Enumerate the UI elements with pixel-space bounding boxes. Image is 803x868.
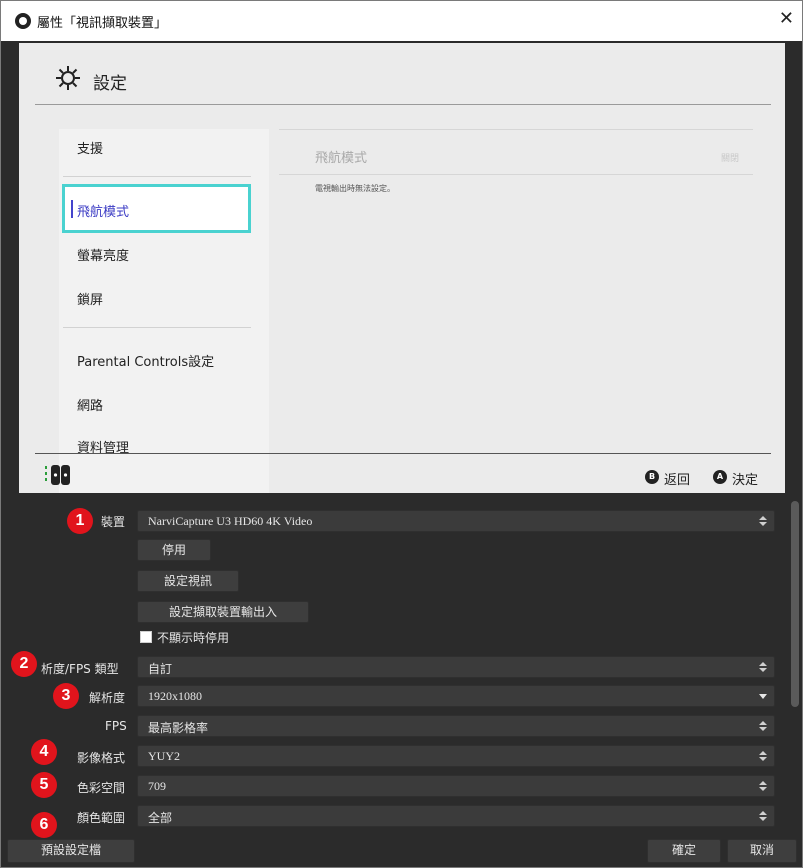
properties-window: 屬性「視訊擷取裝置」 ✕ 設定 支援 飛航模式 螢幕亮度 鎖屏 Parental…: [0, 0, 803, 868]
up-down-arrow-icon: [752, 716, 774, 736]
video-format-label: 影像格式: [77, 751, 126, 765]
window-title: 屬性「視訊擷取裝置」: [37, 16, 168, 31]
footer-divider: [35, 453, 771, 454]
menu-item-screen-lock: 鎖屏: [77, 293, 104, 308]
res-fps-type-label: 析度/FPS 類型: [41, 662, 119, 676]
content-divider: [279, 129, 753, 130]
video-format-select[interactable]: YUY2: [137, 745, 775, 767]
up-down-arrow-icon: [752, 806, 774, 826]
callout-marker: 5: [31, 772, 57, 798]
configure-crossbar-button[interactable]: 設定擷取裝置輸出入: [137, 601, 309, 623]
menu-item-parental-controls: Parental Controls設定: [77, 355, 215, 370]
callout-marker: 6: [31, 812, 57, 838]
callout-marker: 3: [53, 683, 79, 709]
content-note: 電視輸出時無法設定。: [315, 184, 395, 193]
back-label: 返回: [664, 473, 691, 488]
menu-item-network: 網路: [77, 399, 104, 414]
resolution-label: 解析度: [89, 691, 126, 705]
deactivate-button[interactable]: 停用: [137, 539, 211, 561]
menu-item-label: 飛航模式: [77, 205, 130, 220]
obs-app-icon: [15, 13, 31, 29]
color-range-label: 顏色範圍: [77, 811, 126, 825]
resolution-value[interactable]: 1920x1080: [148, 689, 202, 704]
callout-marker: 4: [31, 739, 57, 765]
menu-item-airplane-mode: 飛航模式: [62, 184, 251, 233]
content-divider: [279, 174, 753, 175]
fps-value: 最高影格率: [148, 721, 209, 735]
defaults-button[interactable]: 預設設定檔: [7, 839, 135, 863]
fps-select[interactable]: 最高影格率: [137, 715, 775, 737]
ok-label: 決定: [732, 473, 759, 488]
color-space-select[interactable]: 709: [137, 775, 775, 797]
video-preview: 設定 支援 飛航模式 螢幕亮度 鎖屏 Parental Controls設定 網…: [19, 43, 785, 493]
menu-item-brightness: 螢幕亮度: [77, 249, 130, 264]
scrollbar[interactable]: [791, 501, 799, 707]
close-icon[interactable]: ✕: [779, 8, 794, 29]
video-format-value: YUY2: [148, 749, 180, 763]
callout-marker: 1: [67, 508, 93, 534]
cancel-button[interactable]: 取消: [727, 839, 797, 863]
deactivate-when-hidden-label: 不顯示時停用: [157, 631, 230, 645]
title-bar: 屬性「視訊擷取裝置」 ✕: [1, 1, 802, 41]
res-fps-type-value: 自訂: [148, 662, 173, 676]
menu-divider: [63, 176, 251, 177]
configure-video-button[interactable]: 設定視訊: [137, 570, 239, 592]
menu-divider: [63, 327, 251, 328]
callout-marker: 2: [11, 651, 37, 677]
content-value: 關閉: [721, 154, 740, 164]
up-down-arrow-icon: [752, 746, 774, 766]
joycon-icon: [45, 465, 70, 485]
device-value: NarviCapture U3 HD60 4K Video: [148, 514, 313, 528]
up-down-arrow-icon: [752, 511, 774, 531]
color-range-value: 全部: [148, 811, 173, 825]
header-divider: [35, 104, 771, 105]
resolution-combo[interactable]: 1920x1080: [137, 685, 775, 707]
chevron-down-icon[interactable]: [752, 686, 774, 706]
device-select[interactable]: NarviCapture U3 HD60 4K Video: [137, 510, 775, 532]
color-space-value: 709: [148, 779, 166, 793]
gear-icon: [56, 66, 80, 90]
fps-label: FPS: [105, 719, 127, 733]
color-space-label: 色彩空間: [77, 781, 126, 795]
settings-title: 設定: [93, 74, 127, 94]
ok-button[interactable]: 確定: [647, 839, 721, 863]
menu-item-support: 支援: [77, 142, 104, 157]
up-down-arrow-icon: [752, 657, 774, 677]
deactivate-when-hidden-checkbox[interactable]: [140, 631, 152, 643]
device-label: 裝置: [101, 515, 126, 529]
selection-bar: [71, 200, 73, 218]
content-title: 飛航模式: [315, 151, 368, 166]
color-range-select[interactable]: 全部: [137, 805, 775, 827]
up-down-arrow-icon: [752, 776, 774, 796]
b-button-icon: B: [645, 470, 659, 484]
a-button-icon: A: [713, 470, 727, 484]
res-fps-type-select[interactable]: 自訂: [137, 656, 775, 678]
